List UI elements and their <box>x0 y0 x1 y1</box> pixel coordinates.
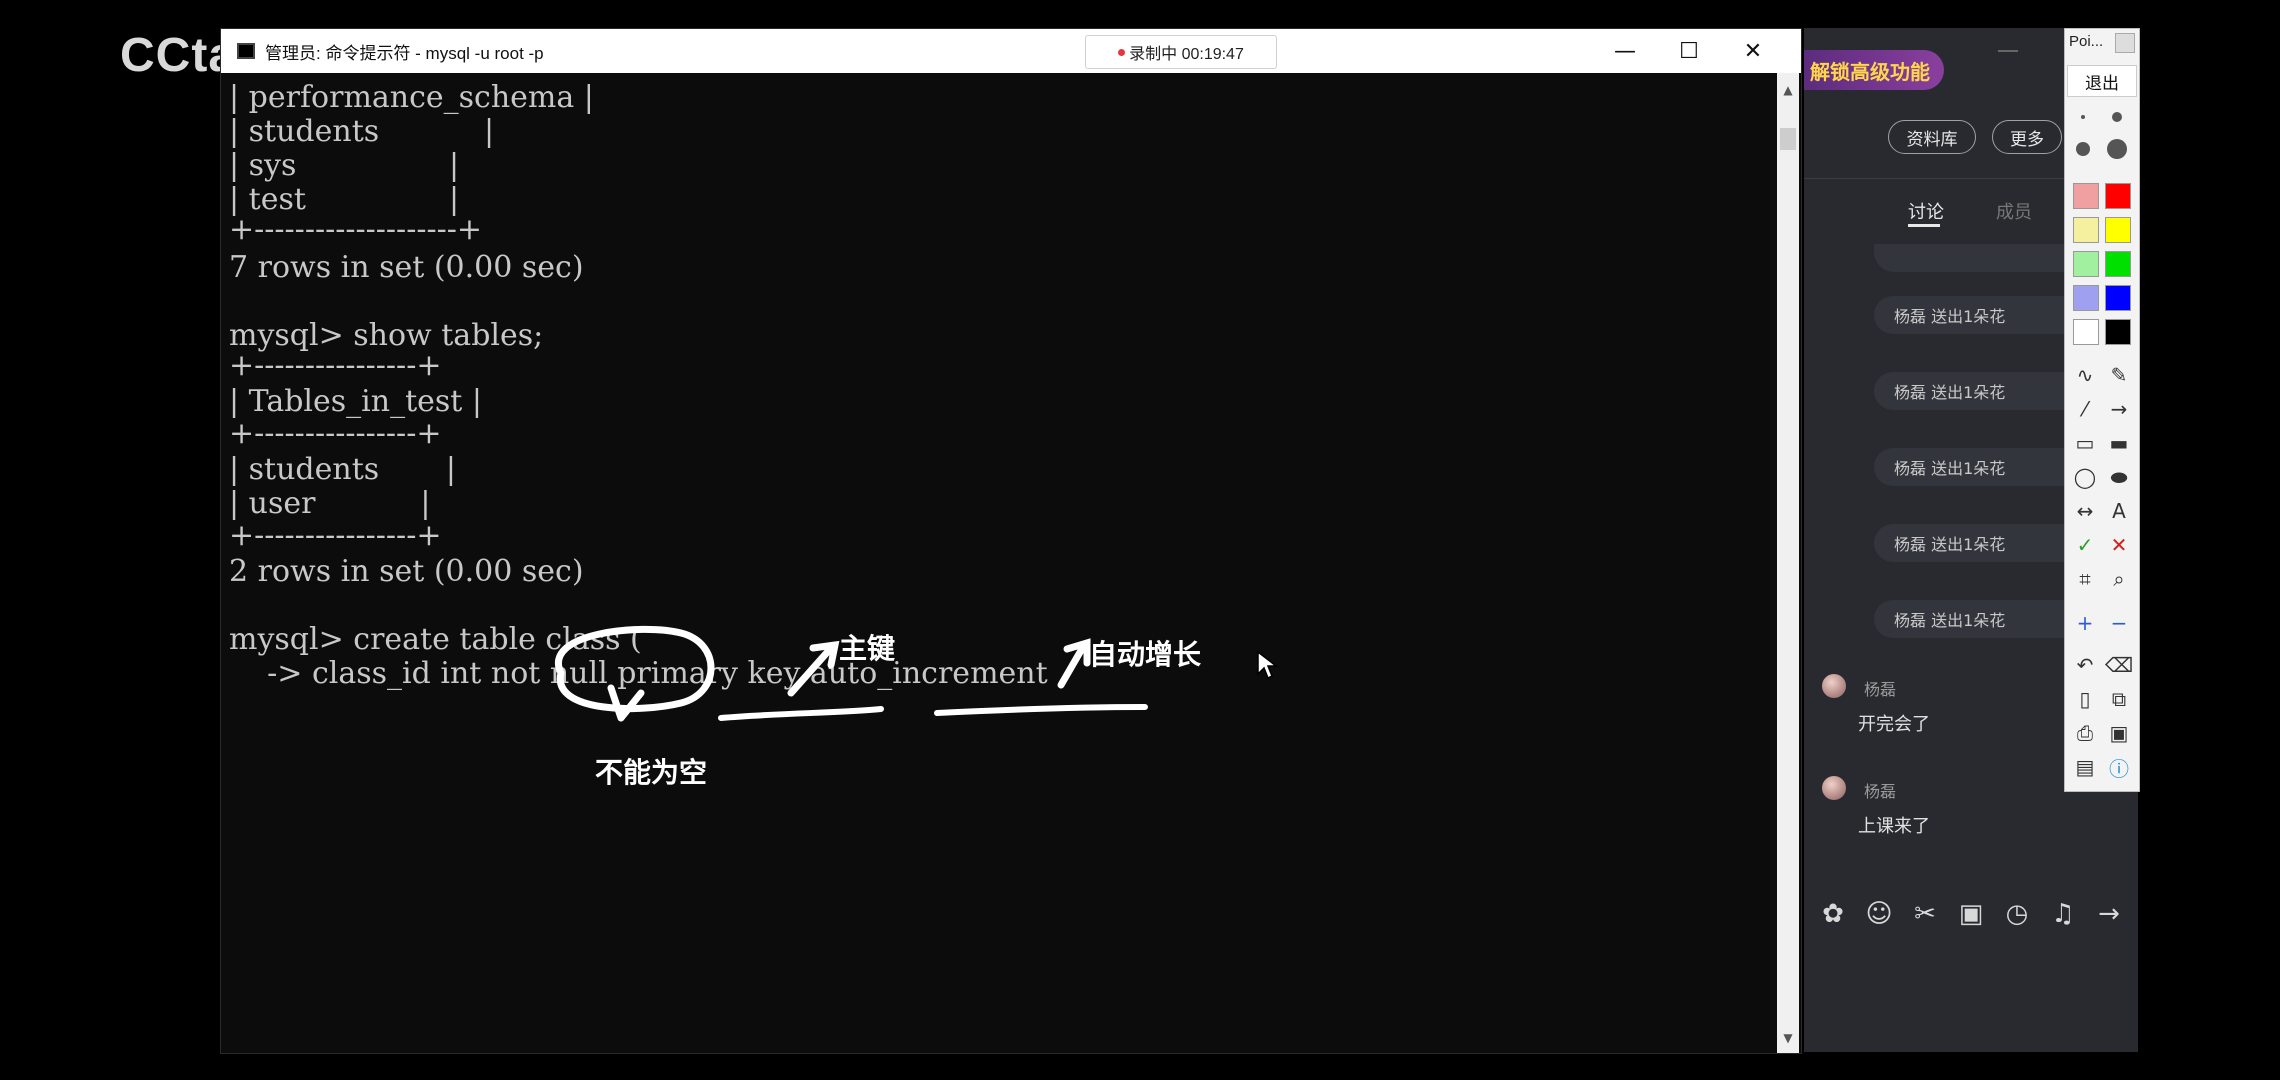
flower-icon[interactable]: ✿ <box>1816 899 1850 929</box>
pen-size-medium[interactable] <box>2103 103 2131 131</box>
copy-icon[interactable]: ⧉ <box>2105 685 2133 713</box>
color-swatch[interactable] <box>2105 217 2131 243</box>
rectangle-filled-icon[interactable]: ▬ <box>2105 429 2133 457</box>
text-tool-icon[interactable]: A <box>2105 497 2133 525</box>
annotation-not-null: 不能为空 <box>595 756 708 789</box>
emoji-icon[interactable]: ☺ <box>1862 899 1896 929</box>
palette-title: Poi... <box>2069 33 2104 50</box>
undo-icon[interactable]: ↶ <box>2071 651 2099 679</box>
freehand-pen-icon[interactable]: ∿ <box>2071 361 2099 389</box>
image-icon[interactable]: ▣ <box>1954 899 1988 929</box>
new-page-icon[interactable]: ▯ <box>2071 685 2099 713</box>
scroll-up-icon[interactable]: ▲ <box>1777 79 1799 101</box>
mouse-cursor-icon <box>1257 650 1278 680</box>
minimize-button[interactable]: — <box>1593 29 1657 73</box>
record-dot-icon <box>1118 48 1126 56</box>
annotation-auto-increment: 自动增长 <box>1089 638 1202 671</box>
annotation-strokes <box>555 625 1148 722</box>
color-swatch[interactable] <box>2073 251 2099 277</box>
palette-close-button[interactable] <box>2115 33 2135 53</box>
active-tab-indicator <box>1908 224 1940 227</box>
tab-discussion[interactable]: 讨论 <box>1908 198 1944 224</box>
color-swatch[interactable] <box>2105 251 2131 277</box>
window-title: 管理员: 命令提示符 - mysql -u root -p <box>265 43 544 63</box>
scroll-thumb[interactable] <box>1780 128 1796 150</box>
avatar <box>1822 776 1846 800</box>
window-titlebar[interactable]: 管理员: 命令提示符 - mysql -u root -p 录制中 00:19:… <box>221 29 1801 73</box>
minus-icon[interactable]: − <box>2105 609 2133 637</box>
watermark-logo: CCta <box>120 29 237 82</box>
close-button[interactable]: ✕ <box>1721 29 1785 73</box>
tab-members[interactable]: 成员 <box>1996 198 2032 224</box>
cmd-icon <box>237 43 255 59</box>
rectangle-outline-icon[interactable]: ▭ <box>2071 429 2099 457</box>
color-swatch[interactable] <box>2073 183 2099 209</box>
command-prompt-window: 管理员: 命令提示符 - mysql -u root -p 录制中 00:19:… <box>220 28 1802 1054</box>
trash-icon[interactable]: ⌫ <box>2105 651 2133 679</box>
color-swatch[interactable] <box>2105 285 2131 311</box>
chat-username: 杨磊 <box>1864 680 1897 699</box>
maximize-button[interactable]: ☐ <box>1657 29 1721 73</box>
pen-size-large[interactable] <box>2069 135 2097 163</box>
recording-indicator: 录制中 00:19:47 <box>1085 35 1277 69</box>
print-icon[interactable]: ⎙ <box>2071 719 2099 747</box>
library-button[interactable]: 资料库 <box>1888 120 1976 154</box>
recording-time: 录制中 00:19:47 <box>1129 46 1244 63</box>
gift-text: 杨磊 送出1朵花 <box>1894 383 2006 402</box>
arrow-right-icon[interactable]: → <box>2092 899 2126 929</box>
panel-minimize-icon[interactable] <box>1998 50 2018 52</box>
clock-icon[interactable]: ◷ <box>2000 899 2034 929</box>
ellipse-filled-icon[interactable]: ⬬ <box>2105 463 2133 491</box>
chat-text: 开完会了 <box>1858 714 1930 735</box>
save-icon[interactable]: ▣ <box>2105 719 2133 747</box>
color-swatch[interactable] <box>2073 319 2099 345</box>
chat-text: 上课来了 <box>1858 816 1930 837</box>
zoom-icon[interactable]: ⌕ <box>2105 565 2133 593</box>
bell-icon[interactable]: ♫ <box>2046 899 2080 929</box>
plus-icon[interactable]: + <box>2071 609 2099 637</box>
line-tool-icon[interactable]: ⁄ <box>2071 395 2099 423</box>
pen-tool-palette: Poi... 退出 ∿ ✎ ⁄ → ▭ ▬ ◯ ⬬ ↔ A ✓ ✕ ⌗ ⌕ + … <box>2064 28 2140 792</box>
highlighter-icon[interactable]: ✎ <box>2105 361 2133 389</box>
more-button[interactable]: 更多 <box>1992 120 2062 154</box>
scissors-icon[interactable]: ✂ <box>1908 899 1942 929</box>
color-swatch[interactable] <box>2073 285 2099 311</box>
crop-icon[interactable]: ⌗ <box>2071 565 2099 593</box>
color-swatch[interactable] <box>2105 319 2131 345</box>
gift-text: 杨磊 送出1朵花 <box>1894 611 2006 630</box>
cross-icon[interactable]: ✕ <box>2105 531 2133 559</box>
chat-toolbar: ✿ ☺ ✂ ▣ ◷ ♫ → <box>1804 886 2138 942</box>
pen-size-xlarge[interactable] <box>2103 135 2131 163</box>
arrow-tool-icon[interactable]: → <box>2105 395 2133 423</box>
gift-text: 杨磊 送出1朵花 <box>1894 307 2006 326</box>
gift-text: 杨磊 送出1朵花 <box>1894 459 2006 478</box>
exit-button[interactable]: 退出 <box>2067 65 2137 97</box>
gift-text: 杨磊 送出1朵花 <box>1894 535 2006 554</box>
screen-icon[interactable]: ▤ <box>2071 753 2099 781</box>
double-arrow-icon[interactable]: ↔ <box>2071 497 2099 525</box>
color-swatch[interactable] <box>2073 217 2099 243</box>
terminal-output[interactable]: | performance_schema | | students | | sy… <box>221 73 1777 1053</box>
avatar <box>1822 674 1846 698</box>
check-icon[interactable]: ✓ <box>2071 531 2099 559</box>
chat-username: 杨磊 <box>1864 782 1897 801</box>
annotation-primary-key: 主键 <box>839 632 896 665</box>
vertical-scrollbar[interactable]: ▲ ▼ <box>1777 73 1799 1053</box>
color-swatch[interactable] <box>2105 183 2131 209</box>
unlock-premium-banner[interactable]: 解锁高级功能 <box>1804 50 1944 90</box>
scroll-down-icon[interactable]: ▼ <box>1777 1027 1799 1049</box>
info-icon[interactable]: ⓘ <box>2105 753 2133 781</box>
pen-size-small[interactable] <box>2069 103 2097 131</box>
ellipse-outline-icon[interactable]: ◯ <box>2071 463 2099 491</box>
